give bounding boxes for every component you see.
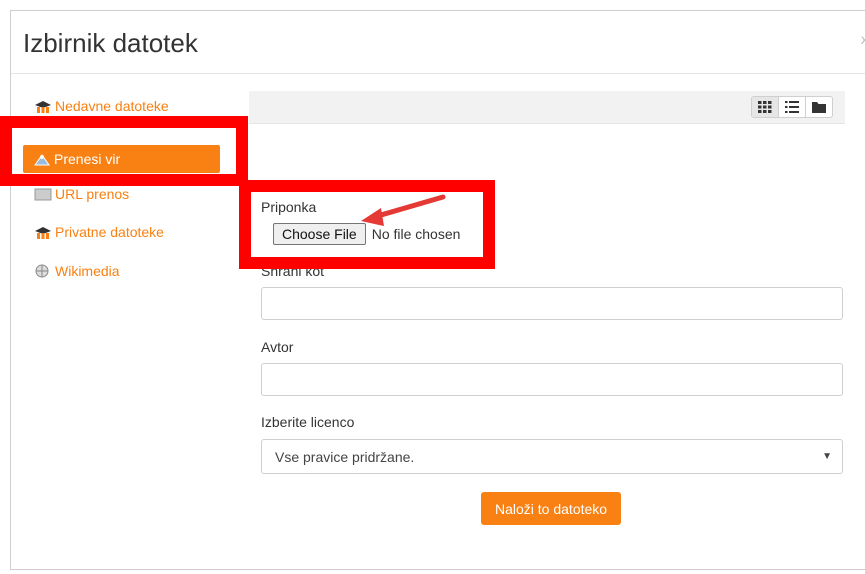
sidebar-item-url-download[interactable]: URL prenos <box>34 183 129 205</box>
attachment-label: Priponka <box>261 199 317 215</box>
file-toolbar <box>249 91 845 124</box>
sidebar-item-wikimedia[interactable]: Wikimedia <box>34 260 120 282</box>
sidebar-item-label: URL prenos <box>55 186 130 202</box>
upload-icon <box>33 152 51 166</box>
grid-view-icon[interactable] <box>752 97 778 117</box>
upload-form: Priponka Choose File No file chosen Shra… <box>249 123 849 573</box>
file-chooser: Choose File No file chosen <box>273 223 460 245</box>
license-label: Izberite licenco <box>261 414 355 430</box>
author-label: Avtor <box>261 339 294 355</box>
sidebar-item-label: Nedavne datoteke <box>55 98 169 114</box>
sidebar-item-label: Privatne datoteke <box>55 224 164 240</box>
author-input[interactable] <box>261 363 843 396</box>
license-selected-value: Vse pravice pridržane. <box>275 448 415 465</box>
close-icon[interactable]: x <box>861 31 865 47</box>
sidebar-item-upload[interactable]: Prenesi vir <box>23 145 220 173</box>
sidebar-item-label: Wikimedia <box>55 263 120 279</box>
sidebar-item-label: Prenesi vir <box>54 151 121 167</box>
moodle-hat-icon <box>34 225 52 239</box>
upload-file-button[interactable]: Naloži to datoteko <box>481 492 622 525</box>
dialog-header: Izbirnik datotek x <box>11 11 865 74</box>
choose-file-button[interactable]: Choose File <box>273 223 366 245</box>
chevron-down-icon: ▼ <box>822 451 832 462</box>
file-picker-dialog: Izbirnik datotek x Nedavne datoteke Pren… <box>10 10 865 570</box>
folder-view-icon[interactable] <box>805 97 832 117</box>
wikimedia-icon <box>34 264 52 278</box>
save-as-input[interactable] <box>261 287 843 320</box>
moodle-hat-icon <box>34 99 52 113</box>
view-switcher <box>751 96 833 118</box>
save-as-label: Shrani kot <box>261 263 325 279</box>
sidebar-item-private-files[interactable]: Privatne datoteke <box>34 221 164 243</box>
no-file-chosen-text: No file chosen <box>371 226 461 242</box>
license-select[interactable]: Vse pravice pridržane. ▼ <box>261 439 843 474</box>
repository-sidebar: Nedavne datoteke Prenesi vir URL prenos … <box>11 74 249 574</box>
sidebar-item-recent-files[interactable]: Nedavne datoteke <box>34 95 169 117</box>
dialog-title: Izbirnik datotek <box>23 28 198 58</box>
list-view-icon[interactable] <box>778 97 805 117</box>
url-icon <box>34 187 52 201</box>
